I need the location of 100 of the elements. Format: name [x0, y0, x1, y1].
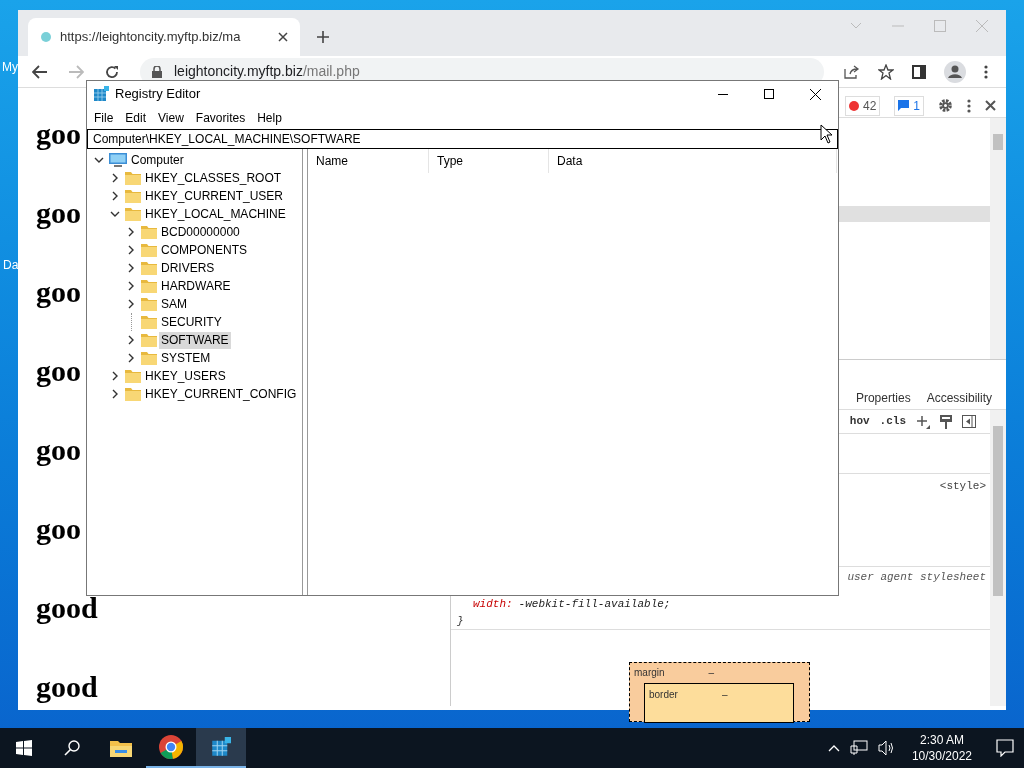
windows-logo-icon	[16, 740, 32, 756]
maximize-icon	[764, 89, 774, 99]
page-text: goo	[36, 276, 81, 308]
profile-icon[interactable]	[944, 60, 966, 83]
tree-item[interactable]: HKEY_CLASSES_ROOT	[143, 169, 284, 187]
hover-toggle[interactable]: hov	[849, 413, 870, 430]
plus-icon[interactable]	[916, 414, 930, 429]
more-icon[interactable]	[967, 98, 971, 113]
column-header[interactable]: Type	[429, 149, 549, 173]
folder-icon	[125, 189, 141, 203]
box-model-value: –	[721, 688, 728, 702]
tree-item[interactable]: SOFTWARE	[159, 331, 231, 349]
folder-icon	[125, 387, 141, 401]
menu-icon[interactable]	[984, 64, 988, 79]
tree-item[interactable]: DRIVERS	[159, 259, 217, 277]
paint-roller-icon[interactable]	[940, 414, 952, 429]
tree-item[interactable]: SYSTEM	[159, 349, 213, 367]
desktop-icon-label[interactable]: Da	[3, 256, 19, 274]
sidebar-toggle-icon[interactable]	[962, 415, 976, 428]
address-text: Computer\HKEY_LOCAL_MACHINE\SOFTWARE	[93, 131, 361, 148]
stylesheet-link[interactable]: <style>	[939, 478, 986, 492]
panel-tab[interactable]: Properties	[855, 388, 911, 407]
folder-icon	[141, 333, 157, 347]
chevron-down-icon[interactable]	[110, 209, 120, 219]
notification-icon[interactable]	[996, 739, 1014, 757]
chevron-right-icon[interactable]	[126, 263, 136, 273]
css-property: width:	[473, 597, 513, 612]
settings-icon[interactable]	[938, 98, 953, 113]
tree-item[interactable]: Computer	[129, 151, 186, 169]
chevron-right-icon[interactable]	[126, 353, 136, 363]
scrollbar[interactable]	[990, 410, 1006, 706]
reload-icon[interactable]	[104, 63, 120, 80]
folder-icon	[141, 261, 157, 275]
chevron-right-icon[interactable]	[110, 173, 120, 183]
page-text: goo	[36, 513, 81, 545]
globe-icon	[40, 31, 52, 43]
minimize-icon	[718, 93, 728, 95]
menu-item[interactable]: Help	[251, 109, 288, 127]
message-count-badge[interactable]: 1	[894, 95, 924, 116]
menu-item[interactable]: View	[152, 109, 190, 127]
network-icon[interactable]	[849, 740, 868, 756]
tree-item[interactable]: HKEY_USERS	[143, 367, 228, 385]
tree-item[interactable]: HKEY_CURRENT_USER	[143, 187, 286, 205]
tree-item[interactable]: COMPONENTS	[159, 241, 249, 259]
tree-item[interactable]: SAM	[159, 295, 189, 313]
menu-item[interactable]: Favorites	[189, 109, 252, 127]
tree-item[interactable]: HKEY_CURRENT_CONFIG	[143, 385, 299, 403]
page-text: good	[36, 671, 98, 703]
menu-item[interactable]: Edit	[119, 109, 153, 127]
chevron-right-icon[interactable]	[126, 335, 136, 345]
class-toggle[interactable]: .cls	[879, 413, 906, 430]
folder-icon	[141, 351, 157, 365]
back-icon[interactable]	[32, 64, 48, 79]
tree-item[interactable]: BCD00000000	[159, 223, 242, 241]
chevron-right-icon[interactable]	[126, 227, 136, 237]
tree-item[interactable]: HARDWARE	[159, 277, 233, 295]
column-header[interactable]: Name	[308, 149, 429, 173]
star-icon[interactable]	[878, 63, 894, 80]
chrome-logo-icon	[159, 735, 183, 759]
error-count-badge[interactable]: 42	[844, 95, 881, 116]
menu-item[interactable]: File	[88, 109, 120, 127]
box-model-label: margin	[634, 666, 665, 680]
computer-icon	[109, 153, 127, 167]
close-icon[interactable]	[278, 32, 288, 42]
lock-icon	[152, 65, 162, 78]
folder-icon	[141, 315, 157, 329]
panel-tab[interactable]: Accessibility	[926, 388, 992, 407]
folder-icon	[141, 225, 157, 239]
chevron-right-icon[interactable]	[126, 245, 136, 255]
folder-icon	[141, 279, 157, 293]
registry-editor-button[interactable]	[196, 728, 246, 768]
message-icon	[898, 100, 910, 111]
rule-source: user agent stylesheet	[847, 570, 986, 585]
close-icon	[809, 88, 821, 100]
address-field[interactable]: Computer\HKEY_LOCAL_MACHINE\SOFTWARE	[87, 129, 838, 149]
chevron-right-icon[interactable]	[126, 281, 136, 291]
tab-title: https://leightoncity.myftp.biz/ma	[60, 28, 242, 47]
share-icon[interactable]	[844, 64, 860, 79]
close-icon[interactable]	[985, 100, 996, 111]
chevron-right-icon[interactable]	[126, 299, 136, 309]
plus-icon[interactable]	[316, 30, 330, 44]
folder-icon	[110, 739, 132, 757]
tree-item[interactable]: SECURITY	[159, 313, 224, 331]
chevron-right-icon[interactable]	[110, 389, 120, 399]
chevron-down-icon[interactable]	[94, 155, 104, 165]
clock[interactable]: 2:30 AM 10/30/2022	[911, 732, 972, 764]
chevron-right-icon[interactable]	[110, 191, 120, 201]
page-text: good	[36, 592, 98, 624]
chevron-right-icon[interactable]	[110, 371, 120, 381]
tree-item[interactable]: HKEY_LOCAL_MACHINE	[143, 205, 288, 223]
error-icon	[848, 100, 859, 111]
browser-tab[interactable]: https://leightoncity.myftp.biz/ma	[28, 18, 300, 56]
chevron-up-icon[interactable]	[827, 744, 840, 752]
side-panel-icon[interactable]	[912, 64, 926, 79]
folder-icon	[125, 207, 141, 221]
speaker-icon[interactable]	[877, 740, 896, 756]
column-header[interactable]: Data	[549, 149, 837, 173]
page-text: goo	[36, 434, 81, 466]
scrollbar[interactable]	[990, 118, 1006, 359]
mouse-cursor-icon	[820, 124, 833, 144]
